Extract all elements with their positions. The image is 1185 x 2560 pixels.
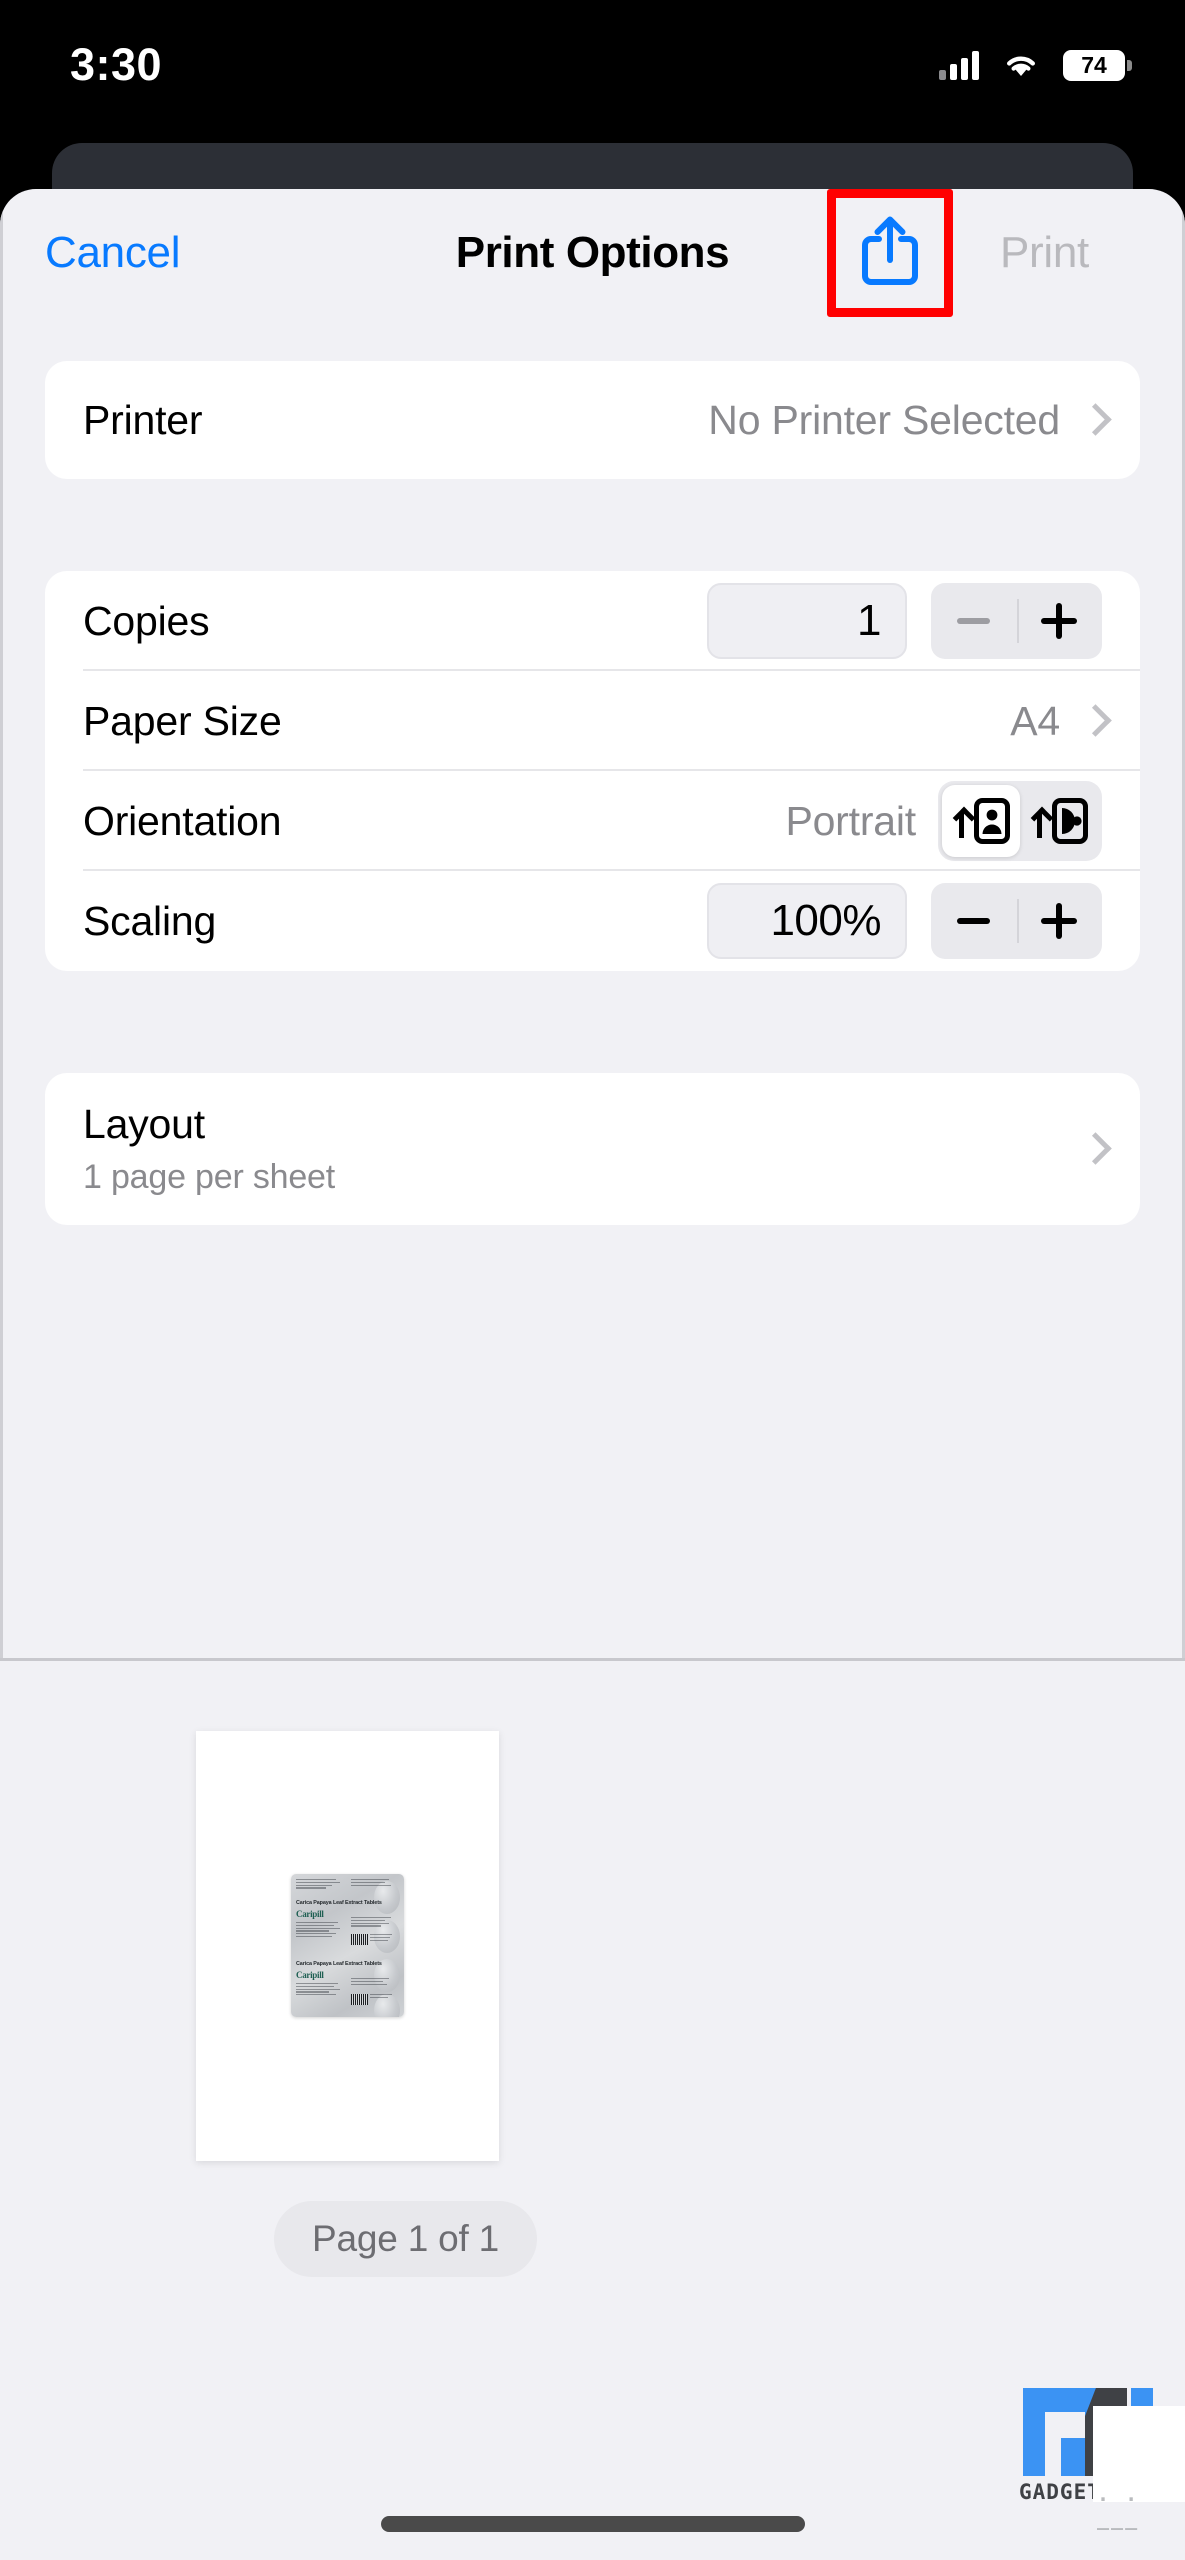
home-indicator[interactable] — [380, 2516, 805, 2532]
status-bar-indicators: 74 — [939, 49, 1132, 81]
up-arrow-icon — [953, 804, 969, 838]
battery-icon: 74 — [1063, 49, 1132, 81]
paper-size-value: A4 — [1010, 697, 1060, 744]
orientation-landscape-button[interactable] — [1020, 785, 1098, 857]
print-button[interactable]: Print — [1000, 228, 1089, 278]
scaling-value-field[interactable]: 100% — [707, 883, 907, 959]
plus-icon — [1041, 903, 1078, 939]
scaling-stepper — [931, 883, 1102, 959]
preview-brand-1: Caripill — [296, 1909, 324, 1919]
plus-icon — [1041, 603, 1078, 639]
paper-size-row[interactable]: Paper Size A4 — [45, 671, 1140, 771]
preview-document-image: Carica Papaya Leaf Extract Tablets Carip… — [291, 1874, 404, 2017]
share-button[interactable] — [839, 202, 941, 304]
orientation-portrait-button[interactable] — [942, 785, 1020, 857]
scaling-increment-button[interactable] — [1017, 883, 1103, 959]
print-preview-area: Carica Papaya Leaf Extract Tablets Carip… — [0, 1661, 1185, 2560]
orientation-segmented-control — [938, 781, 1102, 861]
up-arrow-icon — [1031, 804, 1047, 838]
chevron-right-icon — [1082, 704, 1102, 738]
page-indicator-badge: Page 1 of 1 — [274, 2201, 538, 2277]
orientation-value: Portrait — [785, 797, 916, 844]
print-settings-group: Copies 1 Paper Size A4 Orientation Portr… — [45, 571, 1140, 971]
layout-texts: Layout 1 page per sheet — [83, 1101, 335, 1197]
sheet-left-edge — [0, 189, 3, 1658]
copies-row-label: Copies — [83, 597, 210, 644]
gadgets-watermark: GADGETS . . ___ — [1001, 2388, 1185, 2530]
layout-row-label: Layout — [83, 1101, 205, 1147]
layout-row-subtitle: 1 page per sheet — [83, 1158, 335, 1196]
scaling-row: Scaling 100% — [45, 871, 1140, 971]
printer-row-label: Printer — [83, 396, 203, 443]
scaling-row-label: Scaling — [83, 897, 217, 944]
printer-row[interactable]: Printer No Printer Selected — [45, 361, 1140, 479]
orientation-row: Orientation Portrait — [45, 771, 1140, 871]
chevron-right-icon — [1082, 1132, 1102, 1166]
layout-row[interactable]: Layout 1 page per sheet — [45, 1073, 1140, 1225]
stepper-divider — [1016, 599, 1019, 643]
copies-value-field[interactable]: 1 — [707, 583, 907, 659]
printer-group: Printer No Printer Selected — [45, 361, 1140, 479]
orientation-row-label: Orientation — [83, 797, 282, 844]
minus-icon — [957, 618, 991, 624]
watermark-dots: . . ___ — [1097, 2482, 1140, 2530]
print-options-sheet: Cancel Print Options Print Printer No Pr — [0, 189, 1185, 2560]
printer-row-value: No Printer Selected — [708, 396, 1060, 443]
copies-increment-button[interactable] — [1017, 583, 1103, 659]
minus-icon — [957, 918, 991, 924]
stepper-divider — [1016, 899, 1019, 943]
status-bar-time: 3:30 — [70, 39, 163, 90]
copies-row: Copies 1 — [45, 571, 1140, 671]
preview-title-line-1: Carica Papaya Leaf Extract Tablets — [296, 1900, 382, 1906]
logo-g-tab — [1061, 2438, 1085, 2476]
chevron-right-icon — [1082, 403, 1102, 437]
copies-stepper — [931, 583, 1102, 659]
status-bar: 3:30 74 — [0, 0, 1185, 130]
phone-screen: 3:30 74 Cancel Print Options Print Print… — [0, 0, 1185, 2560]
orientation-portrait-icon — [953, 798, 1010, 844]
battery-level: 74 — [1081, 51, 1107, 78]
copies-decrement-button[interactable] — [931, 583, 1017, 659]
wifi-icon — [1001, 50, 1041, 80]
orientation-landscape-icon — [1031, 798, 1088, 844]
battery-nub — [1127, 59, 1132, 71]
preview-brand-2: Caripill — [296, 1970, 324, 1980]
paper-size-row-label: Paper Size — [83, 697, 282, 744]
layout-group: Layout 1 page per sheet — [45, 1073, 1140, 1225]
cellular-signal-icon — [939, 50, 979, 80]
preview-title-line-2: Carica Papaya Leaf Extract Tablets — [296, 1961, 382, 1967]
share-icon — [859, 213, 921, 294]
sheet-nav-bar: Cancel Print Options Print — [0, 189, 1185, 317]
scaling-decrement-button[interactable] — [931, 883, 1017, 959]
preview-page[interactable]: Carica Papaya Leaf Extract Tablets Carip… — [196, 1731, 499, 2161]
